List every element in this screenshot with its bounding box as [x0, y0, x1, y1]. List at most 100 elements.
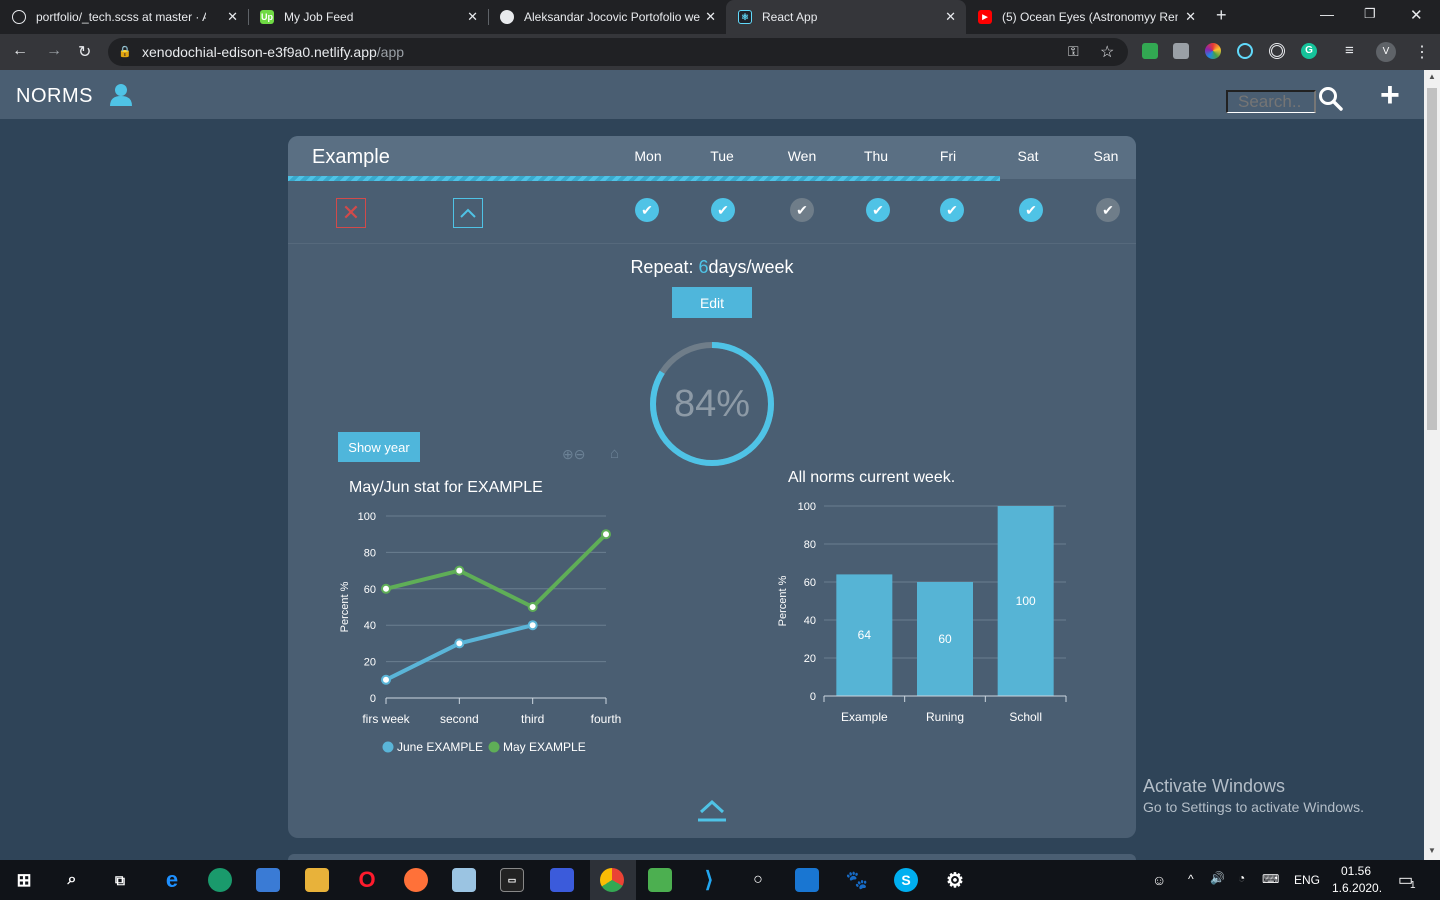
- close-icon[interactable]: ✕: [1185, 9, 1196, 25]
- search-icon[interactable]: ⌕: [60, 868, 84, 892]
- android-app-icon[interactable]: [648, 868, 672, 892]
- browser-tab[interactable]: Up My Job Feed ✕: [248, 0, 488, 34]
- windows-start-icon[interactable]: ⊞: [12, 868, 36, 892]
- edit-button[interactable]: Edit: [672, 287, 752, 318]
- y-tick-label: 40: [364, 620, 376, 632]
- y-tick-label: 0: [370, 693, 376, 705]
- people-icon[interactable]: ☺: [1152, 872, 1166, 888]
- browser-tab[interactable]: ▶ (5) Ocean Eyes (Astronomyy Rem ✕: [966, 0, 1206, 34]
- file-explorer-icon[interactable]: [305, 868, 329, 892]
- tray-expand-icon[interactable]: ^: [1188, 872, 1194, 886]
- clock-time[interactable]: 01.56: [1341, 864, 1371, 878]
- keyboard-icon[interactable]: ⌨: [1262, 872, 1279, 886]
- forward-icon[interactable]: →: [46, 42, 62, 60]
- zoom-controls[interactable]: ⊕⊖: [562, 446, 585, 463]
- camera-app-icon[interactable]: [795, 868, 819, 892]
- skype-icon[interactable]: S: [894, 868, 918, 892]
- volume-icon[interactable]: 🔊: [1210, 871, 1225, 885]
- day-check-san[interactable]: ✔: [1096, 198, 1120, 222]
- repeat-count: 6: [698, 257, 709, 277]
- settings-gear-icon[interactable]: ⚙: [943, 868, 967, 892]
- wifi-icon[interactable]: ◔: [1238, 871, 1245, 885]
- search-input[interactable]: [1226, 90, 1316, 113]
- app-header: [0, 70, 1424, 119]
- bar-value-label: 60: [938, 632, 952, 646]
- scroll-down-icon[interactable]: ▼: [1428, 846, 1436, 855]
- user-icon[interactable]: [108, 82, 134, 108]
- security-app-icon[interactable]: [208, 868, 232, 892]
- x-tick-label: third: [521, 712, 544, 726]
- close-icon[interactable]: ✕: [467, 9, 478, 25]
- data-point: [527, 602, 538, 612]
- day-check-thu[interactable]: ✔: [866, 198, 890, 222]
- clock-date[interactable]: 1.6.2020.: [1332, 881, 1382, 895]
- reset-zoom-home-icon[interactable]: ⌂: [610, 445, 619, 462]
- close-window-icon[interactable]: ✕: [1410, 6, 1423, 24]
- x-tick-label: Runing: [926, 710, 964, 724]
- pen-app-icon[interactable]: [550, 868, 574, 892]
- scroll-up-icon[interactable]: ▲: [1428, 72, 1436, 81]
- minimize-icon[interactable]: —: [1320, 6, 1334, 22]
- close-icon[interactable]: ✕: [705, 9, 716, 25]
- record-extension-icon[interactable]: [1269, 43, 1285, 59]
- shield-extension-icon[interactable]: [1142, 43, 1158, 59]
- vscode-icon[interactable]: ⟩: [697, 867, 721, 892]
- close-icon[interactable]: ✕: [945, 9, 956, 25]
- delete-norm-button[interactable]: ✕: [336, 198, 366, 228]
- terminal-icon[interactable]: ▭: [500, 868, 524, 892]
- browser-tab[interactable]: portfolio/_tech.scss at master · Al ✕: [0, 0, 248, 34]
- reload-icon[interactable]: ↻: [78, 42, 91, 62]
- language-indicator[interactable]: ENG: [1294, 873, 1320, 887]
- chart-title: All norms current week.: [788, 469, 955, 486]
- watermark-subtitle: Go to Settings to activate Windows.: [1143, 799, 1364, 815]
- gimp-icon[interactable]: 🐾: [845, 868, 869, 892]
- x-tick-label: fourth: [591, 712, 622, 726]
- add-norm-button[interactable]: +: [1380, 76, 1400, 115]
- scroll-top-button[interactable]: [696, 796, 728, 822]
- scrollbar-thumb[interactable]: [1427, 88, 1437, 430]
- day-check-sat[interactable]: ✔: [1019, 198, 1043, 222]
- day-check-mon[interactable]: ✔: [635, 198, 659, 222]
- cortana-icon[interactable]: ○: [746, 868, 770, 892]
- browser-tab[interactable]: Aleksandar Jocovic Portofolio we ✕: [488, 0, 726, 34]
- react-devtools-icon[interactable]: [1237, 43, 1253, 59]
- line-chart: May/Jun stat for EXAMPLE Percent % 0 20 40 60…: [339, 479, 622, 754]
- bookmark-star-icon[interactable]: ☆: [1100, 42, 1114, 62]
- opera-icon[interactable]: O: [355, 867, 379, 892]
- new-tab-button[interactable]: +: [1216, 5, 1227, 26]
- search-icon[interactable]: [1318, 86, 1344, 112]
- day-check-tue[interactable]: ✔: [711, 198, 735, 222]
- zoom-out-icon[interactable]: ⊖: [574, 446, 586, 462]
- address-bar[interactable]: 🔒 xenodochial-edison-e3f9a0.netlify.app/…: [108, 38, 1128, 66]
- notes-app-icon[interactable]: [452, 868, 476, 892]
- browser-tab-active[interactable]: ⚛ React App ✕: [726, 0, 966, 34]
- grammarly-icon[interactable]: G: [1301, 43, 1317, 59]
- day-check-fri[interactable]: ✔: [940, 198, 964, 222]
- brand-logo[interactable]: NORMS: [16, 85, 93, 108]
- close-icon[interactable]: ✕: [227, 9, 238, 25]
- privacy-extension-icon[interactable]: [1173, 43, 1189, 59]
- color-extension-icon[interactable]: [1205, 43, 1221, 59]
- activate-windows-watermark: Activate Windows Go to Settings to activ…: [1143, 776, 1364, 815]
- media-queue-icon[interactable]: ≡: [1345, 42, 1354, 59]
- edge-icon[interactable]: e: [160, 867, 184, 892]
- key-icon[interactable]: ⚿: [1068, 43, 1079, 60]
- restore-icon[interactable]: ❐: [1364, 6, 1376, 22]
- show-year-button[interactable]: Show year: [338, 432, 420, 462]
- task-view-icon[interactable]: ⧉: [108, 868, 132, 892]
- collapse-button[interactable]: [453, 198, 483, 228]
- back-icon[interactable]: ←: [12, 42, 28, 60]
- profile-avatar[interactable]: V: [1376, 42, 1396, 62]
- browser-menu-icon[interactable]: ⋮: [1414, 42, 1430, 62]
- zoom-in-icon[interactable]: ⊕: [562, 446, 574, 462]
- series-line-june: [385, 623, 534, 682]
- day-check-wen[interactable]: ✔: [790, 198, 814, 222]
- data-point: [527, 620, 538, 631]
- chrome-icon[interactable]: [600, 868, 624, 892]
- firefox-icon[interactable]: [404, 868, 428, 892]
- computer-app-icon[interactable]: [256, 868, 280, 892]
- legend-marker: [488, 741, 500, 753]
- chart-title: May/Jun stat for EXAMPLE: [349, 479, 543, 496]
- y-axis-label: Percent %: [339, 581, 351, 632]
- y-tick-label: 60: [364, 584, 376, 596]
